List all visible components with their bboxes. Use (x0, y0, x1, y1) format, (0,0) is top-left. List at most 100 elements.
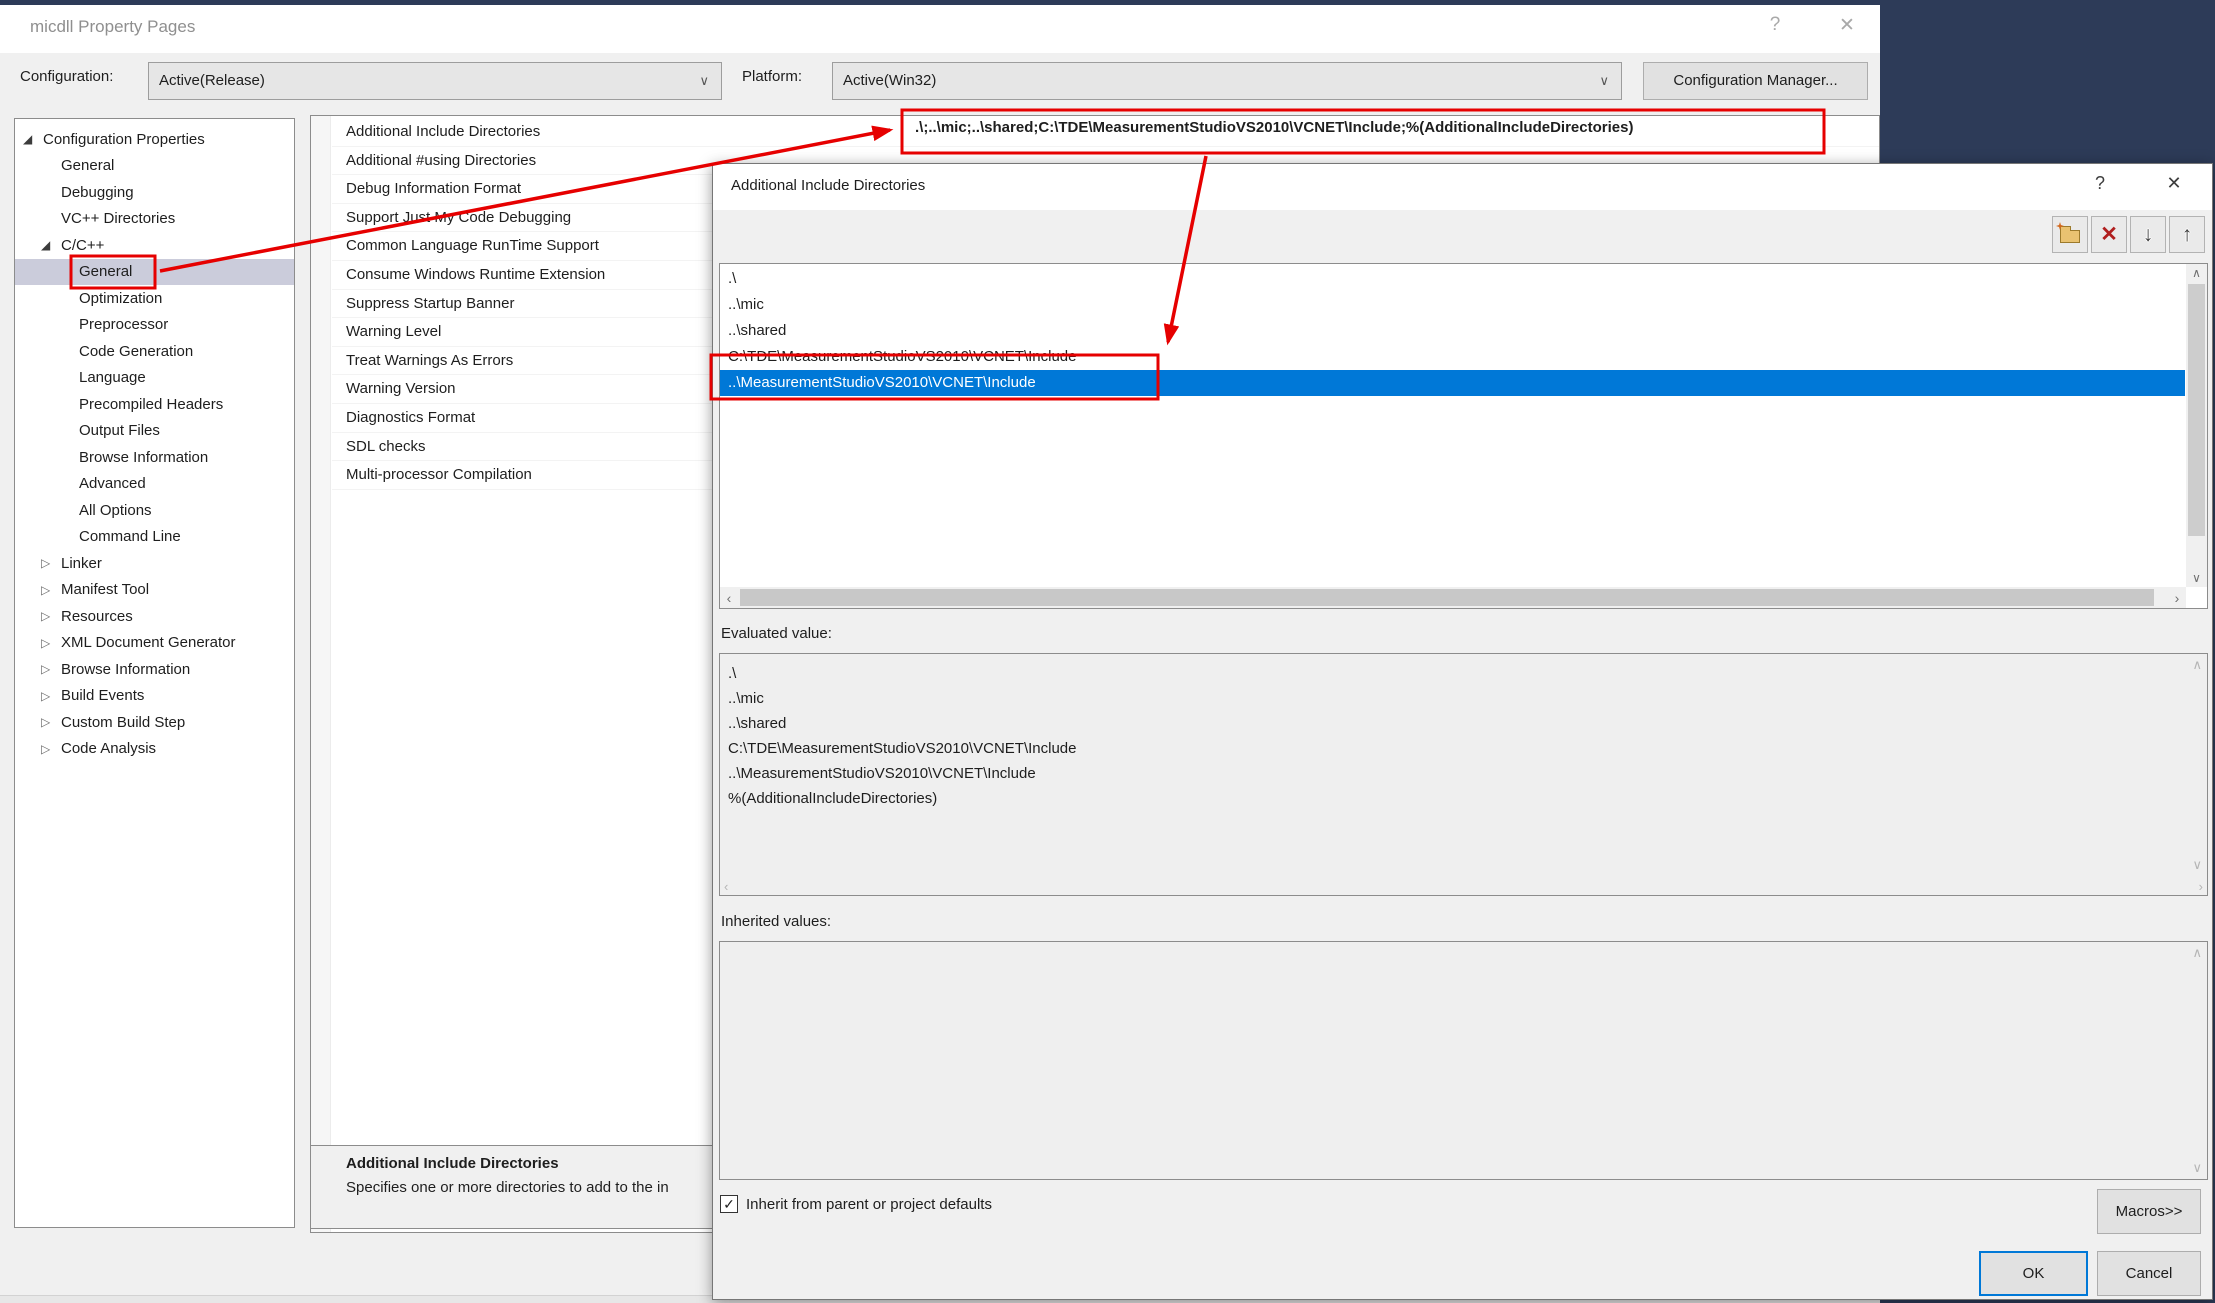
tree-item[interactable]: ▷ XML Document Generator (15, 630, 294, 657)
inherit-defaults-row: ✓ Inherit from parent or project default… (720, 1195, 992, 1213)
tree-item[interactable]: ▷ Manifest Tool (15, 577, 294, 604)
tree-item[interactable]: VC++ Directories (15, 206, 294, 233)
tree-expander-icon[interactable]: ▷ (41, 609, 61, 623)
configuration-tree: ◢ Configuration Properties General Debug… (14, 118, 295, 1228)
tree-item[interactable]: Language (15, 365, 294, 392)
tree-item-label: All Options (79, 502, 152, 519)
move-down-button[interactable]: ↓ (2130, 216, 2166, 253)
tree-item[interactable]: ▷ Linker (15, 550, 294, 577)
additional-include-directories-dialog: Additional Include Directories ? ✕ ✕ ↓ ↑ (712, 163, 2213, 1300)
ok-button[interactable]: OK (1979, 1251, 2088, 1296)
close-icon[interactable]: ✕ (1825, 14, 1869, 37)
tree-item[interactable]: Browse Information (15, 444, 294, 471)
new-line-button[interactable] (2052, 216, 2088, 253)
inherited-values-box: ∧ ∨ (719, 941, 2208, 1180)
directory-list-item[interactable]: .\ (720, 266, 2185, 292)
help-icon[interactable]: ? (1753, 14, 1797, 36)
platform-dropdown[interactable]: Active(Win32) ∨ (832, 62, 1622, 100)
additional-include-directories-value[interactable]: .\;..\mic;..\shared;C:\TDE\MeasurementSt… (915, 119, 1633, 136)
delete-line-button[interactable]: ✕ (2091, 216, 2127, 253)
tree-item[interactable]: Debugging (15, 179, 294, 206)
scroll-down-icon[interactable]: ∨ (2192, 857, 2202, 873)
new-folder-icon (2060, 230, 2080, 243)
popup-titlebar: Additional Include Directories ? ✕ (713, 164, 2212, 210)
tree-item[interactable]: ▷ Resources (15, 603, 294, 630)
evaluated-line: ..\mic (728, 686, 1077, 711)
scroll-left-icon[interactable]: ‹ (720, 590, 738, 606)
directory-list-item[interactable]: C:\TDE\MeasurementStudioVS2010\VCNET\Inc… (720, 344, 2185, 370)
scrollbar-track[interactable] (738, 587, 2168, 608)
scroll-up-icon[interactable]: ∧ (2192, 945, 2202, 961)
tree-item[interactable]: ▷ Browse Information (15, 656, 294, 683)
scroll-right-icon[interactable]: › (2199, 879, 2203, 894)
vs-ide-background: micdll Property Pages ? ✕ Configuration:… (0, 0, 2215, 1303)
tree-item[interactable]: General (15, 153, 294, 180)
scroll-down-icon[interactable]: ∨ (2192, 1160, 2202, 1176)
configuration-dropdown[interactable]: Active(Release) ∨ (148, 62, 722, 100)
scroll-up-icon[interactable]: ∧ (2186, 264, 2207, 282)
tree-expander-icon[interactable]: ◢ (41, 238, 61, 252)
tree-item[interactable]: Command Line (15, 524, 294, 551)
close-icon[interactable]: ✕ (2159, 173, 2189, 194)
directories-listbox: .\ ..\mic ..\shared C:\TDE\MeasurementSt… (719, 263, 2208, 609)
tree-expander-icon[interactable]: ◢ (23, 132, 43, 146)
tree-expander-icon[interactable]: ▷ (41, 636, 61, 650)
tree-item-label: Optimization (79, 290, 162, 307)
popup-title: Additional Include Directories (731, 177, 925, 194)
tree-item[interactable]: Preprocessor (15, 312, 294, 339)
tree-item-label: C/C++ (61, 237, 104, 254)
evaluated-value-label: Evaluated value: (721, 625, 832, 642)
tree-item[interactable]: Output Files (15, 418, 294, 445)
evaluated-line: ..\MeasurementStudioVS2010\VCNET\Include (728, 761, 1077, 786)
evaluated-lines: .\ ..\mic ..\shared C:\TDE\MeasurementSt… (728, 661, 1077, 811)
tree-item[interactable]: ◢ Configuration Properties (15, 126, 294, 153)
tree-expander-icon[interactable]: ▷ (41, 662, 61, 676)
tree-item[interactable]: Advanced (15, 471, 294, 498)
tree-item[interactable]: Precompiled Headers (15, 391, 294, 418)
arrow-down-icon: ↓ (2143, 224, 2154, 245)
evaluated-line: .\ (728, 661, 1077, 686)
tree-item[interactable]: Optimization (15, 285, 294, 312)
platform-label: Platform: (742, 68, 802, 85)
tree-item-label: VC++ Directories (61, 210, 175, 227)
move-up-button[interactable]: ↑ (2169, 216, 2205, 253)
tree-expander-icon[interactable]: ▷ (41, 583, 61, 597)
directory-list-item[interactable]: ..\shared (720, 318, 2185, 344)
tree-item-label: Resources (61, 608, 133, 625)
inherit-defaults-checkbox[interactable]: ✓ (720, 1195, 738, 1213)
tree-expander-icon[interactable]: ▷ (41, 715, 61, 729)
vertical-scrollbar[interactable]: ∧ ∨ (2186, 264, 2207, 587)
help-icon[interactable]: ? (2085, 173, 2115, 194)
evaluated-line: %(AdditionalIncludeDirectories) (728, 786, 1077, 811)
directory-list-item[interactable]: ..\MeasurementStudioVS2010\VCNET\Include (720, 370, 2185, 396)
configuration-manager-button[interactable]: Configuration Manager... (1643, 62, 1868, 100)
tree-item[interactable]: All Options (15, 497, 294, 524)
tree-item-label: Output Files (79, 422, 160, 439)
scroll-right-icon[interactable]: › (2168, 590, 2186, 606)
main-titlebar: micdll Property Pages ? ✕ (0, 5, 1880, 53)
scrollbar-thumb[interactable] (740, 589, 2154, 606)
inherit-defaults-label: Inherit from parent or project defaults (746, 1196, 992, 1213)
tree-item[interactable]: ▷ Build Events (15, 683, 294, 710)
scroll-left-icon[interactable]: ‹ (724, 879, 728, 894)
tree-item[interactable]: General (15, 259, 294, 286)
tree-expander-icon[interactable]: ▷ (41, 689, 61, 703)
list-toolbar: ✕ ↓ ↑ (2052, 216, 2205, 253)
macros-button[interactable]: Macros>> (2097, 1189, 2201, 1234)
scroll-up-icon[interactable]: ∧ (2192, 657, 2202, 673)
scroll-down-icon[interactable]: ∨ (2186, 569, 2207, 587)
tree-item[interactable]: ▷ Custom Build Step (15, 709, 294, 736)
tree-item[interactable]: ▷ Code Analysis (15, 736, 294, 763)
platform-value: Active(Win32) (843, 63, 936, 99)
horizontal-scrollbar[interactable]: ‹ › (720, 587, 2186, 608)
tree-item[interactable]: Code Generation (15, 338, 294, 365)
scrollbar-thumb[interactable] (2188, 284, 2205, 536)
directory-list-item[interactable]: ..\mic (720, 292, 2185, 318)
tree-expander-icon[interactable]: ▷ (41, 556, 61, 570)
tree-item-label: Linker (61, 555, 102, 572)
cancel-button[interactable]: Cancel (2097, 1251, 2201, 1296)
tree-item[interactable]: ◢ C/C++ (15, 232, 294, 259)
tree-expander-icon[interactable]: ▷ (41, 742, 61, 756)
tree-item-label: Configuration Properties (43, 131, 205, 148)
directories-list: .\ ..\mic ..\shared C:\TDE\MeasurementSt… (720, 266, 2185, 396)
